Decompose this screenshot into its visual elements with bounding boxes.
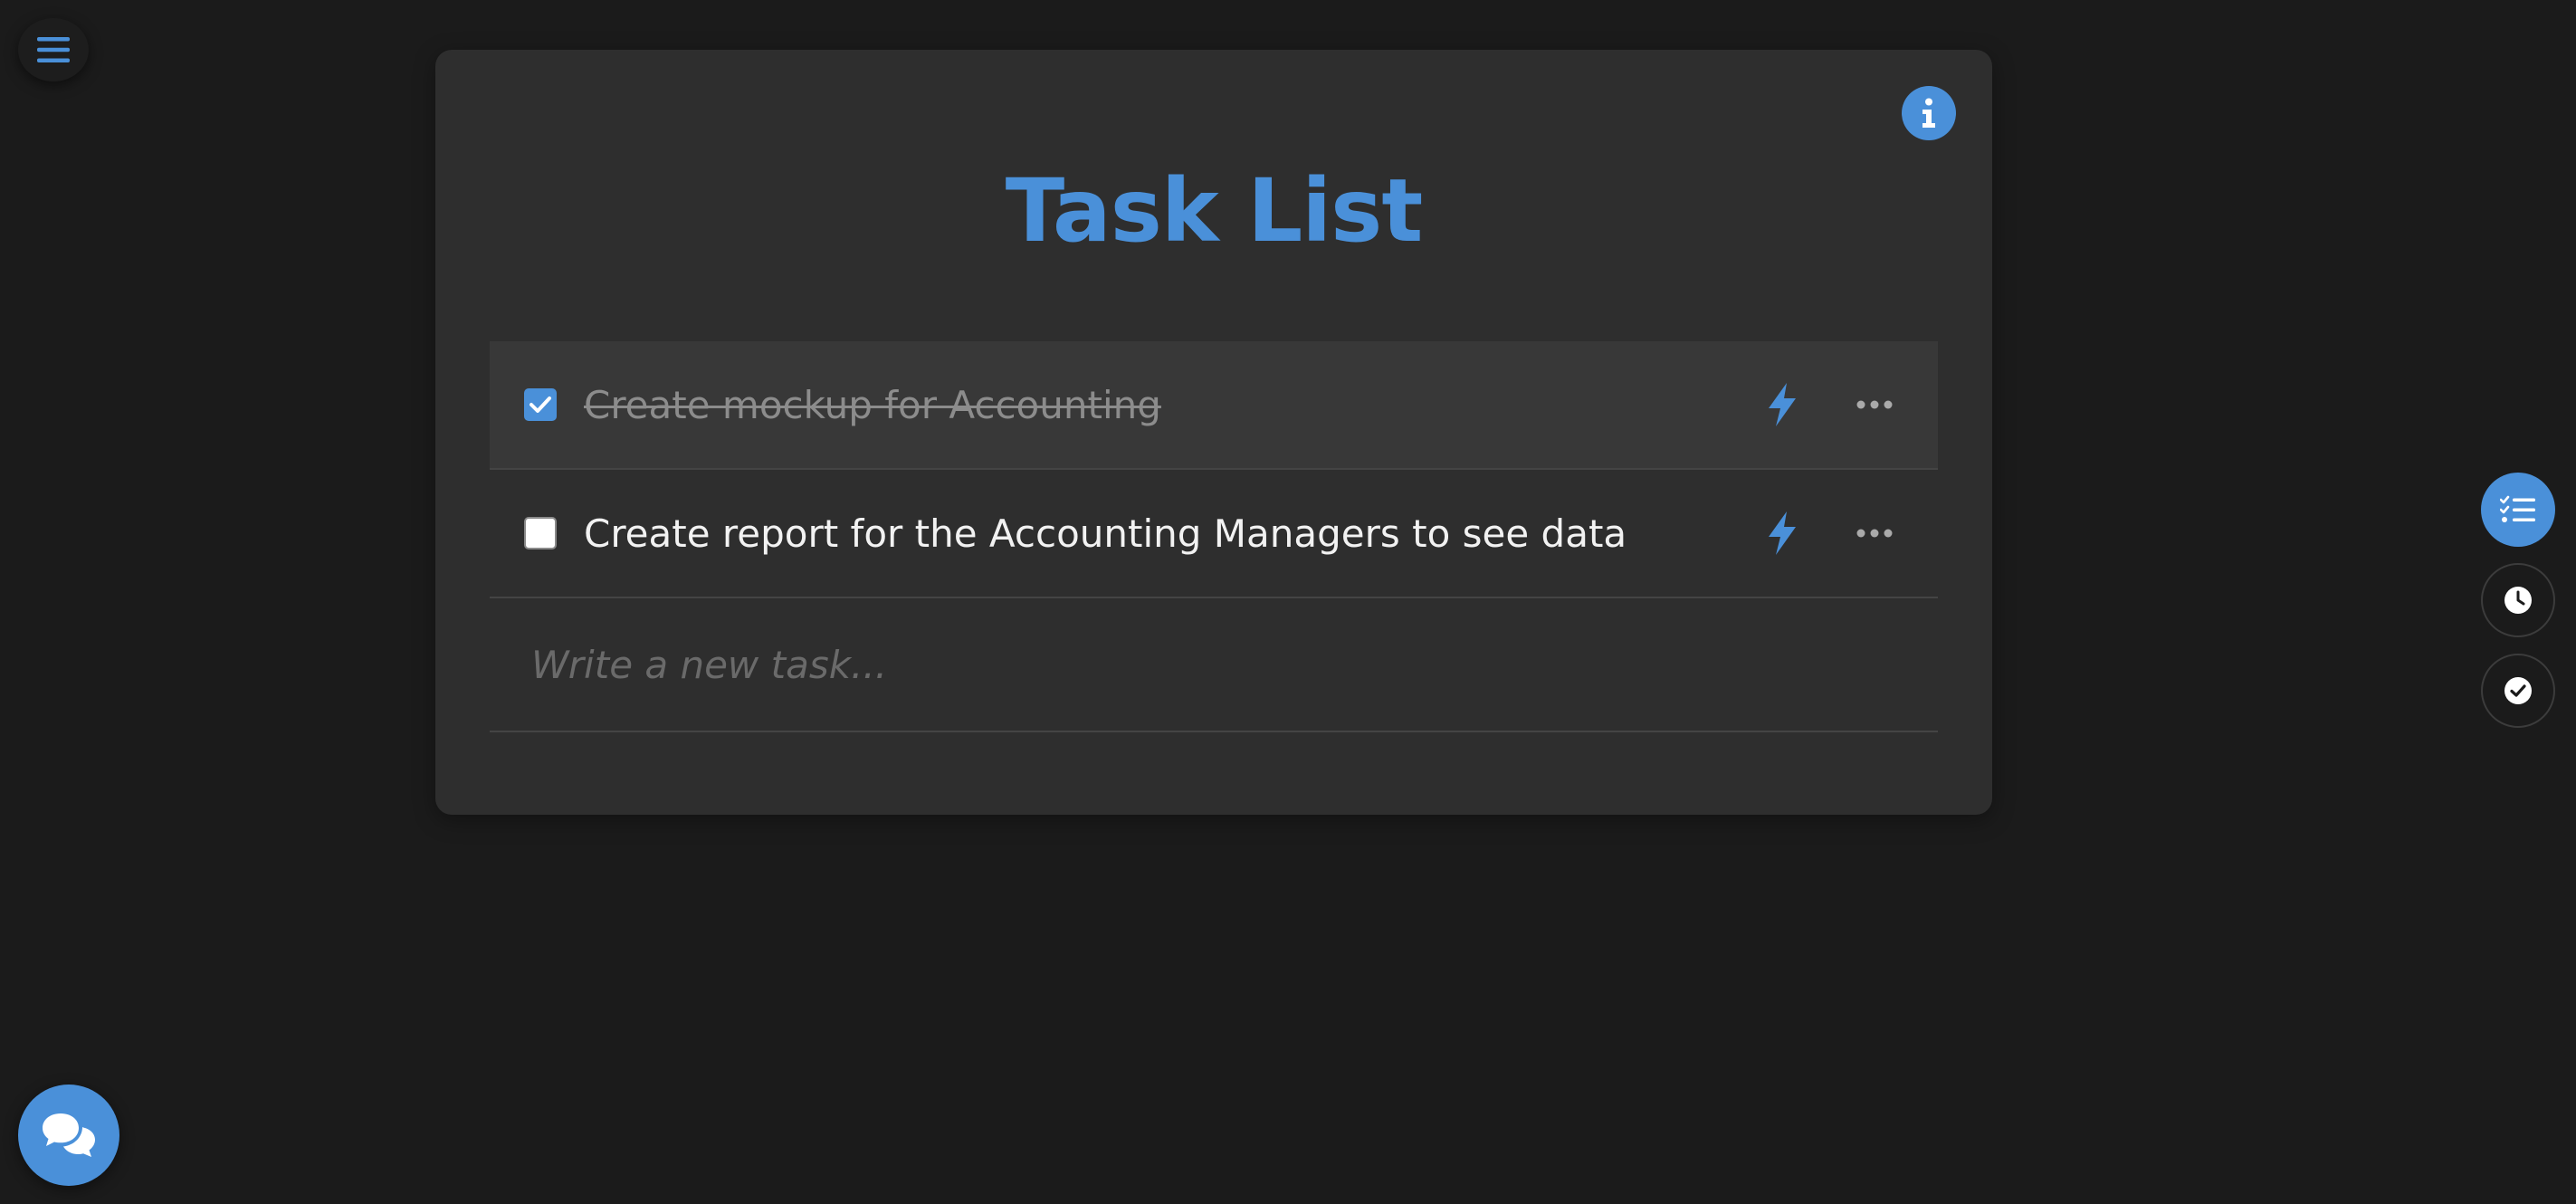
chat-button[interactable] (18, 1085, 119, 1186)
task-text[interactable]: Create mockup for Accounting (584, 383, 1161, 427)
more-options-button[interactable] (1853, 391, 1896, 418)
more-options-button[interactable] (1853, 520, 1896, 547)
ellipsis-icon (1856, 529, 1893, 538)
priority-button[interactable] (1764, 510, 1800, 557)
task-list: Create mockup for Accounting Create repo… (490, 341, 1938, 732)
new-task-input[interactable] (490, 598, 1938, 732)
page-title: Task List (1005, 160, 1423, 262)
menu-button[interactable] (18, 18, 89, 81)
clock-icon (2504, 587, 2532, 614)
info-icon (1922, 98, 1935, 128)
task-checkbox[interactable] (524, 388, 557, 421)
task-row: Create report for the Accounting Manager… (490, 470, 1938, 598)
info-button[interactable] (1902, 86, 1956, 140)
completed-view-button[interactable] (2481, 654, 2555, 728)
check-circle-icon (2504, 677, 2532, 704)
tasks-view-button[interactable] (2481, 473, 2555, 547)
priority-button[interactable] (1764, 381, 1800, 428)
chat-bubbles-icon (43, 1113, 95, 1157)
task-checkbox[interactable] (524, 517, 557, 549)
checkmark-icon (530, 397, 551, 413)
lightning-bolt-icon (1769, 511, 1796, 555)
checklist-icon (2500, 495, 2535, 522)
hamburger-menu-icon (37, 37, 70, 62)
task-text[interactable]: Create report for the Accounting Manager… (584, 511, 1627, 556)
lightning-bolt-icon (1769, 383, 1796, 426)
view-switcher (2481, 473, 2555, 744)
ellipsis-icon (1856, 400, 1893, 409)
history-view-button[interactable] (2481, 563, 2555, 637)
task-row: Create mockup for Accounting (490, 341, 1938, 470)
task-list-card: Task List Create mockup for Accounting C… (435, 50, 1992, 815)
